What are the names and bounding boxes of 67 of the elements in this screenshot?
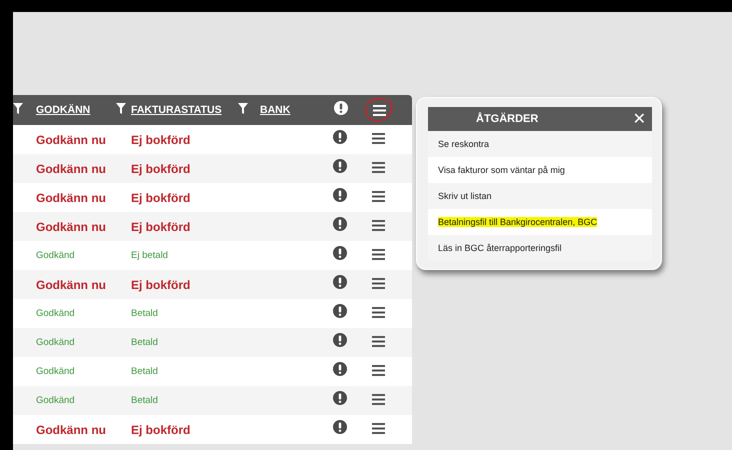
- popup-title: ÅTGÄRDER: [476, 113, 538, 125]
- table-row[interactable]: Godkänn nu Ej bokförd: [13, 183, 412, 212]
- column-header[interactable]: BANK: [260, 104, 300, 116]
- exclamation-icon: [333, 159, 347, 173]
- status-cell-text: Betald: [131, 366, 159, 377]
- approval-cell-text: Godkänn nu: [36, 132, 107, 146]
- menu-icon[interactable]: [372, 394, 385, 404]
- menu-icon[interactable]: [372, 422, 385, 434]
- exclamation-icon: [333, 304, 347, 318]
- status-cell-text: Ej bokförd: [131, 162, 192, 176]
- menu-icon[interactable]: [372, 364, 385, 376]
- menu-icon[interactable]: [372, 190, 385, 202]
- approval-cell-text: Godkänd: [36, 337, 76, 348]
- menu-icon[interactable]: [372, 278, 385, 288]
- menu-icon[interactable]: [372, 336, 385, 346]
- exclamation-icon: [333, 130, 347, 144]
- status-cell-text: Ej bokförd: [131, 422, 192, 436]
- approval-cell-text: Godkänd: [36, 366, 76, 377]
- status-cell-text: Ej betald: [131, 250, 169, 261]
- exclamation-icon: [333, 275, 347, 289]
- exclamation-icon: [333, 188, 347, 202]
- menu-icon[interactable]: [372, 132, 385, 144]
- menu-icon[interactable]: [372, 220, 385, 230]
- filter-icon[interactable]: [238, 103, 248, 114]
- menu-icon[interactable]: [372, 162, 385, 172]
- approval-cell-text: Godkänd: [36, 395, 76, 406]
- table-row[interactable]: Godkänd Betald: [13, 357, 412, 386]
- column-header[interactable]: GODKÄNN: [36, 104, 116, 116]
- table-row[interactable]: Godkänn nu Ej bokförd: [13, 154, 412, 183]
- exclamation-icon: [333, 362, 347, 376]
- exclamation-icon: [333, 217, 347, 231]
- table-row[interactable]: Godkänd Betald: [13, 299, 412, 328]
- status-cell-text: Ej bokförd: [131, 278, 192, 292]
- filter-icon[interactable]: [13, 103, 23, 114]
- table-row[interactable]: Godkänn nu Ej bokförd: [13, 212, 412, 241]
- status-cell-text: Ej bokförd: [131, 190, 192, 204]
- approval-cell-text: Godkänn nu: [36, 220, 107, 234]
- table-row[interactable]: Godkänn nu Ej bokförd: [13, 415, 412, 444]
- close-button[interactable]: ✕: [632, 111, 646, 127]
- menu-icon[interactable]: [372, 248, 385, 260]
- menu-item[interactable]: Visa fakturor som väntar på mig: [428, 157, 652, 183]
- table-row[interactable]: Godkänd Ej betald: [13, 241, 412, 270]
- approval-cell-text: Godkänn nu: [36, 422, 107, 436]
- approval-cell-text: Godkänn nu: [36, 162, 107, 176]
- column-header[interactable]: FAKTURASTATUS: [131, 104, 238, 116]
- approval-cell-text: Godkänn nu: [36, 278, 107, 292]
- exclamation-icon: [333, 420, 347, 434]
- status-cell-text: Betald: [131, 337, 159, 348]
- status-cell-text: Betald: [131, 395, 159, 406]
- menu-icon[interactable]: [372, 306, 385, 318]
- exclamation-icon: [333, 246, 347, 260]
- table-row[interactable]: Godkänd Betald: [13, 386, 412, 415]
- exclamation-icon: [333, 333, 347, 347]
- exclamation-icon: [333, 391, 347, 405]
- menu-item[interactable]: Betalningsfil till Bankgirocentralen, BGC: [428, 209, 652, 235]
- status-cell-text: Ej bokförd: [131, 220, 192, 234]
- table-row[interactable]: Godkänn nu Ej bokförd: [13, 125, 412, 154]
- approval-cell-text: Godkänd: [36, 250, 76, 261]
- status-cell-text: Ej bokförd: [131, 132, 192, 146]
- table-row[interactable]: Godkänn nu Ej bokförd: [13, 270, 412, 299]
- exclamation-icon: [334, 100, 348, 114]
- table-row[interactable]: Godkänd Betald: [13, 328, 412, 357]
- status-cell-text: Betald: [131, 308, 159, 319]
- approval-cell-text: Godkänn nu: [36, 190, 107, 204]
- menu-icon[interactable]: [373, 104, 386, 116]
- filter-icon[interactable]: [116, 103, 126, 114]
- approval-cell-text: Godkänd: [36, 308, 76, 319]
